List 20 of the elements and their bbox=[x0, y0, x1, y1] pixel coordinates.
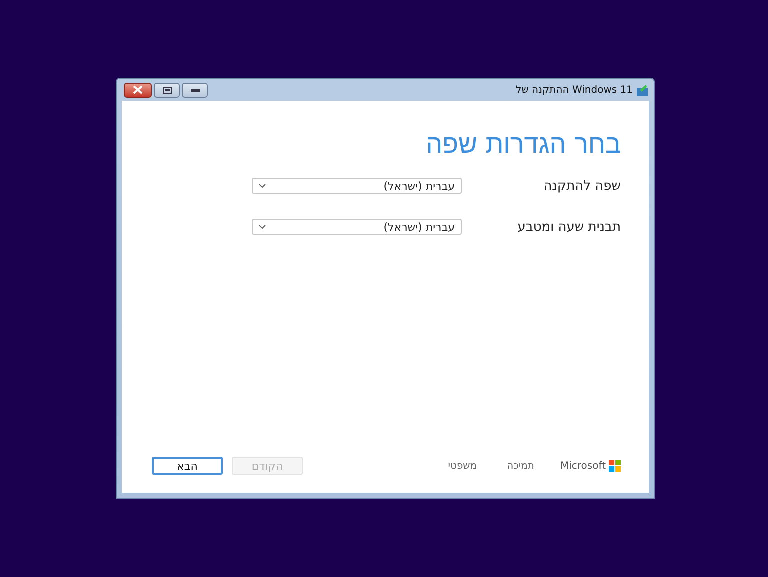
brand-name: Microsoft bbox=[560, 460, 606, 472]
field-label: שפה להתקנה bbox=[544, 178, 621, 194]
window-title: ההתקנה של Windows 11 bbox=[516, 84, 633, 96]
restore-button[interactable] bbox=[154, 82, 180, 98]
field-label: תבנית שעה ומטבע bbox=[518, 220, 621, 234]
chevron-down-icon bbox=[259, 225, 266, 229]
chevron-down-icon bbox=[259, 184, 266, 188]
footer-link[interactable]: תמיכה bbox=[507, 460, 534, 472]
page-heading: בחר הגדרות שפה bbox=[425, 129, 621, 160]
dropdown[interactable]: עברית (ישראל) bbox=[252, 178, 462, 194]
close-button[interactable] bbox=[124, 82, 152, 98]
wizard-button[interactable]: הבא bbox=[152, 457, 223, 475]
dropdown[interactable]: עברית (ישראל) bbox=[252, 219, 462, 235]
footer-link[interactable]: משפטי bbox=[448, 460, 478, 472]
four-squares-logo-icon bbox=[609, 460, 621, 472]
minimize-icon bbox=[190, 88, 200, 92]
minimize-button[interactable] bbox=[182, 82, 208, 98]
restore-icon bbox=[162, 86, 172, 94]
setup-icon bbox=[637, 84, 649, 96]
close-icon bbox=[132, 86, 144, 94]
